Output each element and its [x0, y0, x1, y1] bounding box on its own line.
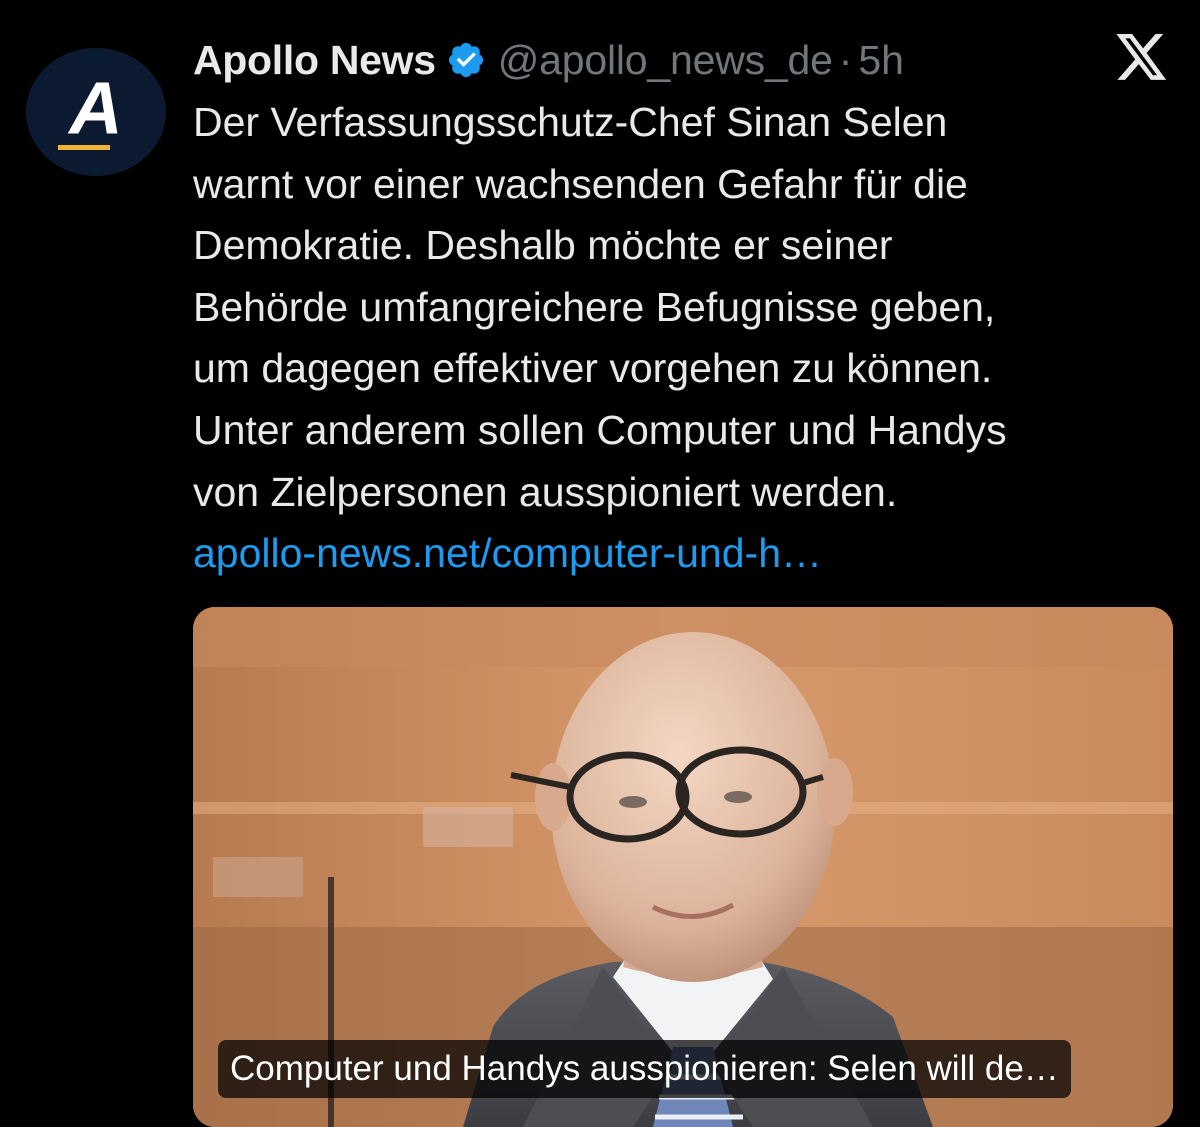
tweet-text-line: Der Verfassungsschutz-Chef Sinan Selen: [193, 99, 948, 145]
tweet-header: Apollo News @apollo_news_de · 5h: [193, 36, 904, 84]
verified-badge-icon[interactable]: [446, 40, 486, 80]
apollo-logo-icon: A: [26, 48, 166, 176]
author-display-name[interactable]: Apollo News: [193, 37, 436, 84]
separator-dot: ·: [838, 36, 853, 83]
timestamp[interactable]: 5h: [858, 37, 904, 84]
tweet-text-line: von Zielpersonen ausspioniert werden.: [193, 468, 898, 515]
tweet-text-line: warnt vor einer wachsenden Gefahr für di…: [193, 160, 968, 207]
tweet-text: Der Verfassungsschutz-Chef Sinan Selen w…: [193, 92, 1183, 585]
tweet-text-line: um dagegen effektiver vorgehen zu können…: [193, 345, 993, 392]
tweet-text-line: Unter anderem sollen Computer und Handys: [193, 406, 1007, 453]
author-handle[interactable]: @apollo_news_de: [498, 37, 833, 84]
tweet-text-line: Demokratie. Deshalb möchte er seiner: [193, 222, 893, 269]
tweet-text-line: Behörde umfangreichere Befugnisse geben,: [193, 283, 996, 330]
avatar[interactable]: A: [26, 48, 166, 176]
avatar-letter: A: [67, 67, 122, 150]
x-logo-icon[interactable]: [1115, 34, 1169, 82]
article-link[interactable]: apollo-news.net/computer-und-h…: [193, 530, 822, 576]
media-caption: Computer und Handys ausspionieren: Selen…: [218, 1040, 1071, 1098]
